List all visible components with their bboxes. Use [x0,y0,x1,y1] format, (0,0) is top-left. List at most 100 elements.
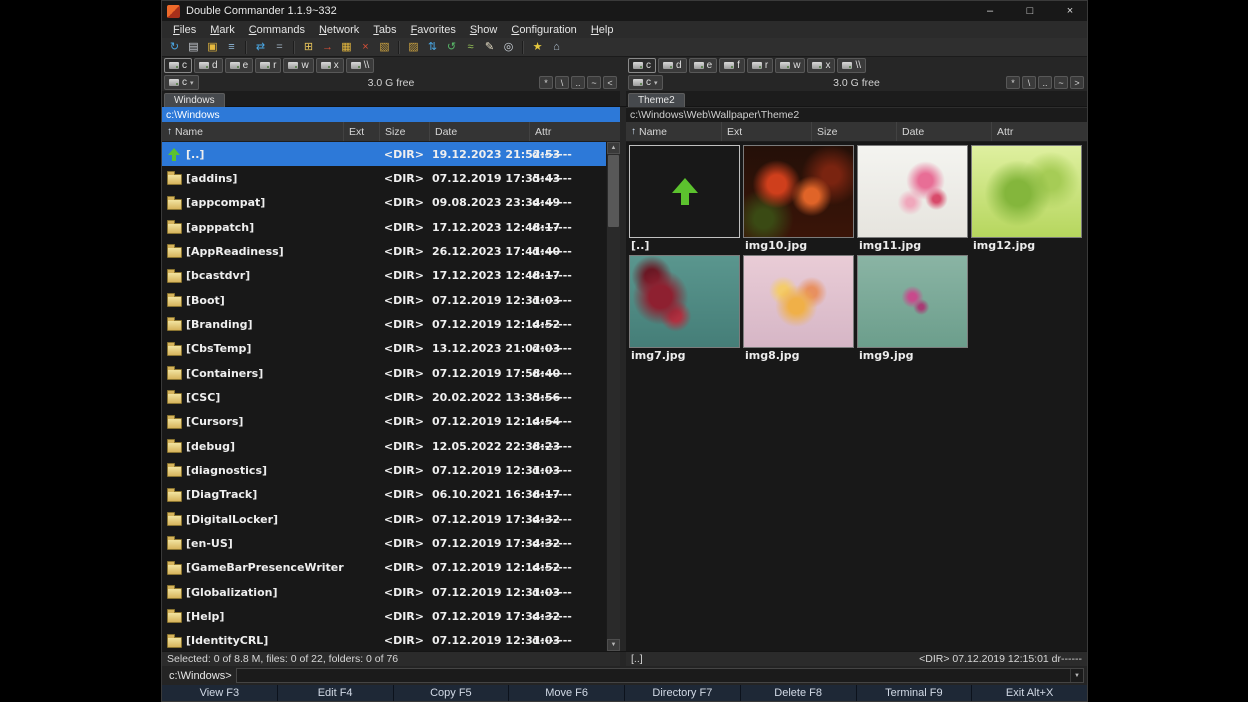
menu-item-show[interactable]: Show [463,24,505,36]
move-icon[interactable]: → [319,39,336,55]
pack-icon[interactable]: ▧ [376,39,393,55]
file-row[interactable]: [bcastdvr] <DIR> 17.12.2023 12:48:17 d--… [162,264,606,288]
history-back-button[interactable]: < [603,76,617,89]
drive-button-e[interactable]: e [225,58,254,73]
column-header-name[interactable]: ↑Name [162,122,344,141]
drive-button-d[interactable]: d [658,58,687,73]
file-row[interactable]: [Cursors] <DIR> 07.12.2019 12:14:54 d---… [162,410,606,434]
column-header-date[interactable]: Date [430,122,530,141]
scroll-down-icon[interactable]: ▼ [607,639,620,651]
thumbnail-item[interactable]: img12.jpg [970,145,1083,255]
file-row[interactable]: [..] <DIR> 19.12.2023 21:52:53 d------- [162,142,606,166]
refresh-icon[interactable]: ↻ [166,39,183,55]
thumbnail-item[interactable]: img11.jpg [856,145,969,255]
file-row[interactable]: [apppatch] <DIR> 17.12.2023 12:48:17 d--… [162,215,606,239]
tab-theme2[interactable]: Theme2 [628,93,685,108]
root-button[interactable]: \ [555,76,569,89]
parent-dir-button[interactable]: .. [571,76,585,89]
new-folder-icon[interactable]: ▦ [338,39,355,55]
menu-item-commands[interactable]: Commands [242,24,312,36]
column-header-attr[interactable]: Attr [530,122,620,141]
scroll-up-icon[interactable]: ▲ [607,142,620,154]
drive-button-c[interactable]: c [164,58,192,73]
column-header-size[interactable]: Size [380,122,430,141]
directory-f7-button[interactable]: Directory F7 [624,685,740,701]
menu-item-network[interactable]: Network [312,24,366,36]
file-row[interactable]: [DiagTrack] <DIR> 06.10.2021 16:36:17 d-… [162,483,606,507]
drive-button-w[interactable]: w [775,58,805,73]
menu-item-tabs[interactable]: Tabs [366,24,403,36]
delete-icon[interactable]: × [357,39,374,55]
file-row[interactable]: [Help] <DIR> 07.12.2019 17:34:32 d------… [162,604,606,628]
drive-button-f[interactable]: f [719,58,745,73]
flat-view-icon[interactable]: ≡ [223,39,240,55]
multi-rename-icon[interactable]: ≈ [462,39,479,55]
swap-panels-icon[interactable]: ⇄ [252,39,269,55]
file-row[interactable]: [appcompat] <DIR> 09.08.2023 23:34:49 d-… [162,191,606,215]
view-f3-button[interactable]: View F3 [162,685,277,701]
file-row[interactable]: [CSC] <DIR> 20.02.2022 13:35:56 d------- [162,385,606,409]
thumbnail-item[interactable]: [..] [628,145,741,255]
thumbnail-item[interactable]: img10.jpg [742,145,855,255]
history-forward-button[interactable]: > [1070,76,1084,89]
drive-button-x[interactable]: x [316,58,344,73]
exit-alt-x-button[interactable]: Exit Alt+X [971,685,1087,701]
menu-item-files[interactable]: Files [166,24,203,36]
network-icon[interactable]: ⌂ [548,39,565,55]
column-header-attr[interactable]: Attr [992,122,1087,141]
sync-dirs-icon[interactable]: ↺ [443,39,460,55]
column-header-name[interactable]: ↑Name [626,122,722,141]
compare-icon[interactable]: ⇅ [424,39,441,55]
file-row[interactable]: [Containers] <DIR> 07.12.2019 17:58:40 d… [162,361,606,385]
extract-icon[interactable]: ▨ [405,39,422,55]
thumbnail-item[interactable]: img7.jpg [628,255,741,365]
left-drive-select[interactable]: c ▾ [164,75,199,90]
right-drive-select[interactable]: c ▾ [628,75,663,90]
menu-item-mark[interactable]: Mark [203,24,241,36]
directory-hotlist-icon[interactable]: ▣ [204,39,221,55]
edit-icon[interactable]: ✎ [481,39,498,55]
file-row[interactable]: [addins] <DIR> 07.12.2019 17:35:43 d----… [162,166,606,190]
column-header-ext[interactable]: Ext [344,122,380,141]
scrollbar-track[interactable] [607,154,620,639]
file-row[interactable]: [DigitalLocker] <DIR> 07.12.2019 17:34:3… [162,507,606,531]
maximize-button[interactable]: □ [1013,1,1047,21]
right-path-bar[interactable]: c:\Windows\Web\Wallpaper\Theme2 [626,107,1087,122]
home-button[interactable]: ~ [1054,76,1068,89]
terminal-f9-button[interactable]: Terminal F9 [856,685,972,701]
command-line-input[interactable] [237,669,1070,682]
thumbnail-item[interactable]: img9.jpg [856,255,969,365]
menu-item-help[interactable]: Help [584,24,621,36]
file-row[interactable]: [en-US] <DIR> 07.12.2019 17:34:32 d-----… [162,531,606,555]
drive-button-network[interactable]: \\ [346,58,375,73]
file-row[interactable]: [Branding] <DIR> 07.12.2019 12:14:52 d--… [162,312,606,336]
file-row[interactable]: [Globalization] <DIR> 07.12.2019 12:31:0… [162,580,606,604]
parent-dir-button[interactable]: .. [1038,76,1052,89]
target-equals-source-icon[interactable]: = [271,39,288,55]
favorites-icon[interactable]: ★ [529,39,546,55]
asterisk-button[interactable]: * [1006,76,1020,89]
copy-f5-button[interactable]: Copy F5 [393,685,509,701]
file-row[interactable]: [debug] <DIR> 12.05.2022 22:38:23 d-----… [162,434,606,458]
scrollbar-thumb[interactable] [608,155,619,227]
menu-item-configuration[interactable]: Configuration [504,24,583,36]
delete-f8-button[interactable]: Delete F8 [740,685,856,701]
drive-button-c[interactable]: c [628,58,656,73]
file-row[interactable]: [GameBarPresenceWriter] <DIR> 07.12.2019… [162,556,606,580]
column-header-ext[interactable]: Ext [722,122,812,141]
copy-icon[interactable]: ⊞ [300,39,317,55]
drive-button-w[interactable]: w [283,58,313,73]
home-button[interactable]: ~ [587,76,601,89]
file-row[interactable]: [Boot] <DIR> 07.12.2019 12:31:03 d------… [162,288,606,312]
find-files-icon[interactable]: ◎ [500,39,517,55]
file-row[interactable]: [diagnostics] <DIR> 07.12.2019 12:31:03 … [162,458,606,482]
close-button[interactable]: × [1053,1,1087,21]
drive-button-d[interactable]: d [194,58,223,73]
file-row[interactable]: [CbsTemp] <DIR> 13.12.2023 21:02:03 d---… [162,337,606,361]
drive-button-r[interactable]: r [747,58,773,73]
column-header-date[interactable]: Date [897,122,992,141]
minimize-button[interactable]: – [973,1,1007,21]
menu-item-favorites[interactable]: Favorites [404,24,463,36]
drive-button-r[interactable]: r [255,58,281,73]
left-path-bar[interactable]: c:\Windows [162,107,620,122]
